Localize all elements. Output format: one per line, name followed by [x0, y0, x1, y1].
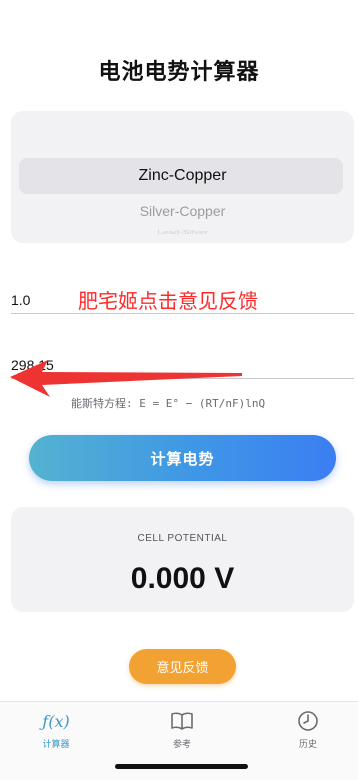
- tab-history[interactable]: 历史: [263, 710, 353, 750]
- red-arrow-annotation: [10, 360, 242, 397]
- calculate-button[interactable]: 计算电势: [29, 435, 336, 481]
- result-card: CELL POTENTIAL 0.000 V: [11, 507, 354, 612]
- tab-label: 历史: [298, 740, 317, 750]
- tab-reference[interactable]: 参考: [137, 710, 227, 750]
- book-icon: [137, 710, 227, 732]
- battery-type-picker[interactable]: Zinc-Copper Silver-Copper Lead-Silver: [11, 111, 354, 243]
- result-label: CELL POTENTIAL: [137, 533, 228, 544]
- picker-option[interactable]: Lead-Silver: [11, 230, 354, 236]
- tab-label: 计算器: [42, 740, 70, 750]
- tab-label: 参考: [172, 740, 191, 750]
- page-title: 电池电势计算器: [98, 60, 260, 85]
- annotation-text: 肥宅姬点击意见反馈: [78, 289, 258, 313]
- clock-icon: [263, 710, 353, 732]
- nernst-formula: 能斯特方程: E = E° − (RT/nF)lnQ: [71, 397, 266, 410]
- picker-option-selected[interactable]: Zinc-Copper: [11, 167, 354, 185]
- picker-option[interactable]: Silver-Copper: [11, 203, 354, 219]
- home-indicator[interactable]: [115, 764, 248, 769]
- result-value: 0.000 V: [130, 562, 235, 595]
- function-icon: ƒ(x): [42, 711, 70, 731]
- tab-calculator[interactable]: ƒ(x) 计算器: [11, 710, 101, 751]
- feedback-button[interactable]: 意见反馈: [129, 649, 236, 684]
